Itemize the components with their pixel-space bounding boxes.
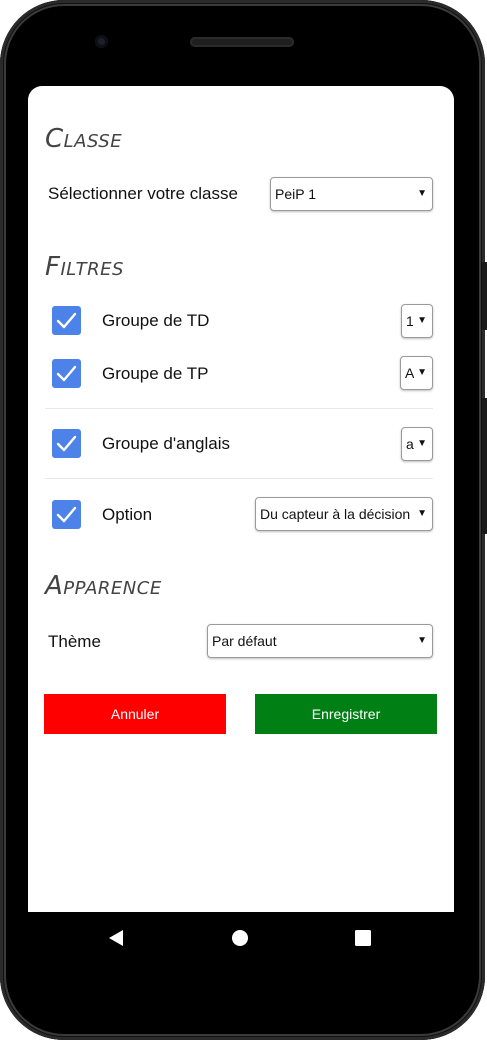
recents-square-icon[interactable] — [355, 930, 371, 946]
groupe-tp-select[interactable]: A ▼ — [400, 356, 433, 390]
section-title-classe: Classe — [45, 124, 123, 154]
navigation-bar — [28, 912, 454, 964]
checkbox-option[interactable] — [52, 500, 81, 529]
option-select-value: Du capteur à la décision — [260, 506, 411, 522]
filter-label-groupe-anglais: Groupe d'anglais — [102, 434, 230, 453]
chevron-down-icon: ▼ — [417, 188, 427, 199]
back-triangle-icon[interactable] — [108, 929, 124, 947]
checkmark-icon — [56, 312, 77, 329]
cancel-button[interactable]: Annuler — [44, 694, 226, 734]
divider — [45, 408, 433, 409]
checkbox-groupe-td[interactable] — [52, 306, 81, 335]
chevron-down-icon: ▼ — [417, 438, 427, 449]
section-title-apparence: Apparence — [45, 571, 162, 601]
checkbox-groupe-anglais[interactable] — [52, 429, 81, 458]
section-title-filtres: Filtres — [45, 252, 124, 282]
power-button — [482, 398, 487, 534]
groupe-tp-select-value: A — [405, 365, 415, 381]
theme-label: Thème — [48, 632, 101, 651]
chevron-down-icon: ▼ — [417, 315, 427, 326]
classe-select[interactable]: PeiP 1 ▼ — [270, 177, 433, 211]
classe-select-value: PeiP 1 — [275, 186, 316, 202]
chevron-down-icon: ▼ — [417, 508, 427, 519]
front-camera-icon — [95, 35, 108, 48]
volume-button — [482, 262, 487, 330]
checkmark-icon — [56, 435, 77, 452]
filter-label-option: Option — [102, 505, 153, 524]
settings-screen: Classe Sélectionner votre classe PeiP 1 … — [28, 86, 454, 912]
checkbox-groupe-tp[interactable] — [52, 359, 81, 388]
theme-select[interactable]: Par défaut ▼ — [207, 624, 433, 658]
checkmark-icon — [56, 365, 77, 382]
checkmark-icon — [56, 506, 77, 523]
option-select[interactable]: Du capteur à la décision ▼ — [255, 497, 433, 531]
groupe-anglais-select-value: a — [406, 436, 414, 452]
groupe-td-select-value: 1 — [406, 313, 414, 329]
divider — [45, 478, 433, 479]
phone-frame: Classe Sélectionner votre classe PeiP 1 … — [0, 0, 487, 1040]
groupe-anglais-select[interactable]: a ▼ — [401, 427, 433, 461]
filter-label-groupe-td: Groupe de TD — [102, 311, 210, 330]
theme-select-value: Par défaut — [212, 633, 277, 649]
earpiece-speaker — [190, 37, 294, 47]
groupe-td-select[interactable]: 1 ▼ — [401, 304, 433, 338]
save-button[interactable]: Enregistrer — [255, 694, 437, 734]
chevron-down-icon: ▼ — [417, 367, 427, 378]
home-circle-icon[interactable] — [231, 929, 249, 947]
classe-label: Sélectionner votre classe — [48, 184, 238, 203]
filter-label-groupe-tp: Groupe de TP — [102, 364, 209, 383]
chevron-down-icon: ▼ — [417, 635, 427, 646]
